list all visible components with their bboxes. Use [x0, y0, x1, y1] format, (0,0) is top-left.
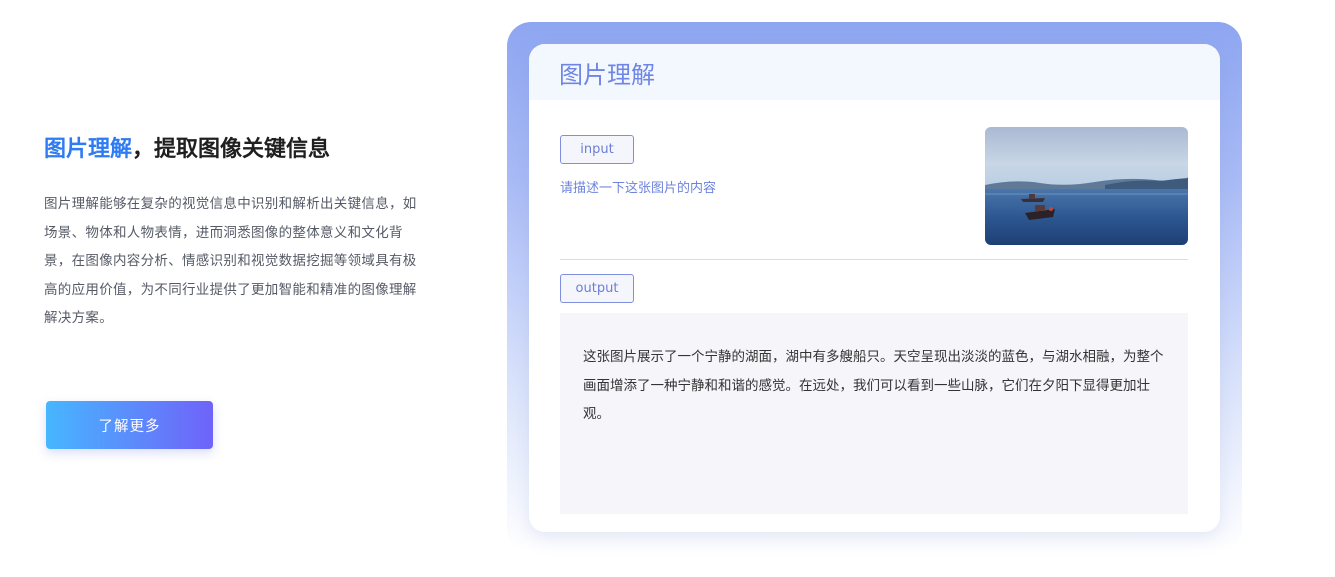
input-tag[interactable]: input: [560, 135, 634, 164]
output-box: 这张图片展示了一个宁静的湖面，湖中有多艘船只。天空呈现出淡淡的蓝色，与湖水相融，…: [560, 313, 1188, 514]
input-prompt: 请描述一下这张图片的内容: [560, 181, 717, 196]
lake-photo-image: [985, 127, 1188, 245]
demo-card-title: 图片理解: [559, 60, 655, 89]
lake-photo: [985, 127, 1188, 245]
learn-more-button[interactable]: 了解更多: [46, 401, 213, 449]
headline-rest: ，提取图像关键信息: [132, 137, 331, 162]
demo-card: 图片理解 input 请描述一下这张图片的内容 output 这张图片展示了一个…: [529, 44, 1220, 532]
hero-description: 图片理解能够在复杂的视觉信息中识别和解析出关键信息，如场景、物体和人物表情，进而…: [44, 196, 417, 326]
headline-highlight: 图片理解: [44, 137, 133, 162]
output-tag[interactable]: output: [560, 274, 634, 303]
hero-headline: 图片理解，提取图像关键信息: [44, 135, 424, 165]
section-divider: [560, 259, 1188, 260]
demo-card-header: 图片理解: [529, 44, 1220, 100]
output-text: 这张图片展示了一个宁静的湖面，湖中有多艘船只。天空呈现出淡淡的蓝色，与湖水相融，…: [583, 349, 1164, 422]
